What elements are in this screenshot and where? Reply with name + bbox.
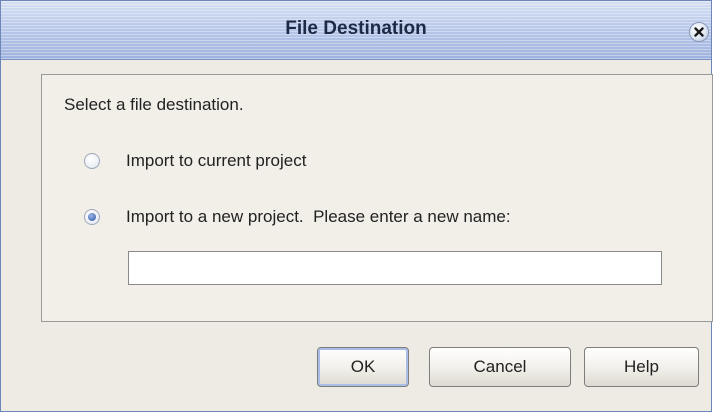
file-destination-dialog: File Destination Select a file destinati… bbox=[0, 0, 713, 412]
dialog-title: File Destination bbox=[285, 18, 427, 39]
cancel-button[interactable]: Cancel bbox=[429, 347, 571, 387]
title-bar[interactable]: File Destination bbox=[1, 1, 711, 60]
prompt-text: Select a file destination. bbox=[64, 95, 244, 114]
option-new-project[interactable]: Import to a new project. Please enter a … bbox=[84, 205, 511, 229]
radio-current-project[interactable] bbox=[84, 153, 100, 169]
option-current-project-label: Import to current project bbox=[126, 151, 307, 170]
close-icon bbox=[694, 27, 704, 37]
destination-group: Select a file destination. Import to cur… bbox=[41, 74, 713, 322]
close-button[interactable] bbox=[689, 22, 709, 42]
option-new-project-label: Import to a new project. Please enter a … bbox=[126, 207, 511, 226]
radio-new-project[interactable] bbox=[84, 209, 100, 225]
help-button[interactable]: Help bbox=[584, 347, 699, 387]
option-current-project[interactable]: Import to current project bbox=[84, 149, 306, 173]
ok-button[interactable]: OK bbox=[317, 347, 409, 387]
new-project-name-input[interactable] bbox=[128, 251, 662, 285]
